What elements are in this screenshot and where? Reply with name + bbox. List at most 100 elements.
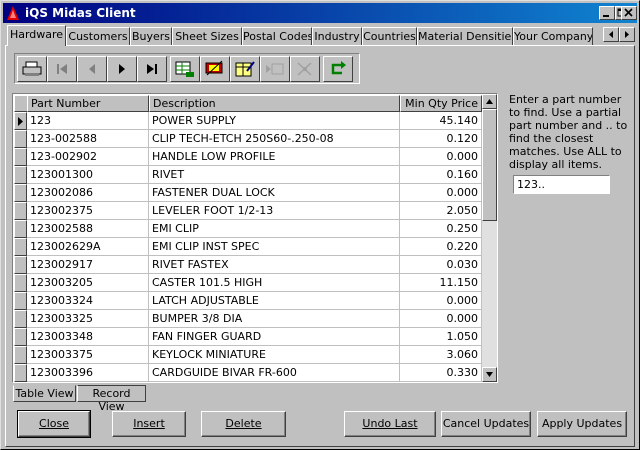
table-row[interactable]: 123002375 LEVELER FOOT 1/2-13 2.050 (14, 202, 482, 220)
cell-part-number[interactable]: 123003205 (27, 274, 149, 292)
cell-description[interactable]: CARDGUIDE BIVAR FR-600 (149, 364, 400, 382)
table-row[interactable]: 123003396 CARDGUIDE BIVAR FR-600 0.330 (14, 364, 482, 382)
row-selector[interactable] (14, 184, 27, 202)
row-selector[interactable] (14, 166, 27, 184)
column-header-description[interactable]: Description (149, 95, 400, 112)
row-selector[interactable] (14, 112, 27, 130)
tab-your-company[interactable]: Your Company (513, 27, 593, 45)
row-selector[interactable] (14, 238, 27, 256)
cell-part-number[interactable]: 123003396 (27, 364, 149, 382)
cell-part-number[interactable]: 123003325 (27, 310, 149, 328)
cell-description[interactable]: CLIP TECH-ETCH 250S60-.250-08 (149, 130, 400, 148)
tab-customers[interactable]: Customers (66, 27, 130, 45)
print-button[interactable] (17, 56, 47, 82)
cell-description[interactable]: CASTER 101.5 HIGH (149, 274, 400, 292)
cell-part-number[interactable]: 123003348 (27, 328, 149, 346)
cell-min-qty-price[interactable]: 0.030 (400, 256, 482, 274)
table-scrollbar[interactable] (482, 94, 497, 382)
cell-description[interactable]: LEVELER FOOT 1/2-13 (149, 202, 400, 220)
cell-min-qty-price[interactable]: 2.050 (400, 202, 482, 220)
row-selector[interactable] (14, 364, 27, 382)
cell-description[interactable]: FASTENER DUAL LOCK (149, 184, 400, 202)
cell-description[interactable]: EMI CLIP (149, 220, 400, 238)
tab-sheet-sizes[interactable]: Sheet Sizes (172, 27, 242, 45)
cell-min-qty-price[interactable]: 3.060 (400, 346, 482, 364)
tab-industry[interactable]: Industry (312, 27, 362, 45)
cell-description[interactable]: BUMPER 3/8 DIA (149, 310, 400, 328)
table-row[interactable]: 123-002588 CLIP TECH-ETCH 250S60-.250-08 0… (14, 130, 482, 148)
cell-part-number[interactable]: 123 (27, 112, 149, 130)
cell-min-qty-price[interactable]: 0.000 (400, 310, 482, 328)
cell-part-number[interactable]: 123003324 (27, 292, 149, 310)
close-window-button[interactable] (621, 6, 637, 20)
last-record-button[interactable] (137, 56, 167, 82)
tab-hardware[interactable]: Hardware (7, 25, 66, 46)
cancel-updates-button[interactable]: Cancel Updates (441, 411, 531, 437)
table-row[interactable]: 123003205 CASTER 101.5 HIGH 11.150 (14, 274, 482, 292)
row-selector[interactable] (14, 202, 27, 220)
scroll-up-button[interactable] (482, 94, 497, 109)
cell-min-qty-price[interactable]: 0.160 (400, 166, 482, 184)
column-header-part-number[interactable]: Part Number (27, 95, 149, 112)
tab-record-view[interactable]: Record View (77, 385, 146, 413)
minimize-button[interactable] (599, 6, 615, 20)
table-row[interactable]: 123002629A EMI CLIP INST SPEC 0.220 (14, 238, 482, 256)
table-row[interactable]: 123002917 RIVET FASTEX 0.030 (14, 256, 482, 274)
part-search-input[interactable] (513, 175, 610, 194)
row-selector[interactable] (14, 274, 27, 292)
cell-part-number[interactable]: 123002375 (27, 202, 149, 220)
cell-min-qty-price[interactable]: 11.150 (400, 274, 482, 292)
cell-min-qty-price[interactable]: 0.000 (400, 292, 482, 310)
table-row[interactable]: 123003324 LATCH ADJUSTABLE 0.000 (14, 292, 482, 310)
table-row[interactable]: 123 POWER SUPPLY 45.140 (14, 112, 482, 130)
cell-description[interactable]: HANDLE LOW PROFILE (149, 148, 400, 166)
insert-button-disabled[interactable] (260, 56, 290, 82)
cell-description[interactable]: FAN FINGER GUARD (149, 328, 400, 346)
delete-button[interactable]: Delete (201, 411, 286, 437)
cell-description[interactable]: RIVET (149, 166, 400, 184)
cell-min-qty-price[interactable]: 0.000 (400, 184, 482, 202)
cell-part-number[interactable]: 123-002902 (27, 148, 149, 166)
row-selector[interactable] (14, 310, 27, 328)
cell-min-qty-price[interactable]: 1.050 (400, 328, 482, 346)
scroll-thumb[interactable] (482, 109, 497, 221)
cell-part-number[interactable]: 123002629A (27, 238, 149, 256)
table-row[interactable]: 123003348 FAN FINGER GUARD 1.050 (14, 328, 482, 346)
row-selector[interactable] (14, 256, 27, 274)
cell-description[interactable]: KEYLOCK MINIATURE (149, 346, 400, 364)
table-edit-button[interactable] (170, 56, 200, 82)
cell-description[interactable]: EMI CLIP INST SPEC (149, 238, 400, 256)
tab-countries[interactable]: Countries (362, 27, 417, 45)
cell-part-number[interactable]: 123002086 (27, 184, 149, 202)
table-row[interactable]: 123003375 KEYLOCK MINIATURE 3.060 (14, 346, 482, 364)
row-selector[interactable] (14, 328, 27, 346)
table-row[interactable]: 123002086 FASTENER DUAL LOCK 0.000 (14, 184, 482, 202)
delete-button-disabled[interactable] (290, 56, 320, 82)
row-selector[interactable] (14, 220, 27, 238)
cell-description[interactable]: POWER SUPPLY (149, 112, 400, 130)
cell-min-qty-price[interactable]: 0.220 (400, 238, 482, 256)
cell-part-number[interactable]: 123002588 (27, 220, 149, 238)
previous-record-button[interactable] (77, 56, 107, 82)
row-selector[interactable] (14, 130, 27, 148)
scroll-down-button[interactable] (482, 367, 497, 382)
tab-scroll-left-button[interactable] (603, 27, 619, 42)
refresh-button[interactable] (323, 56, 353, 82)
row-selector[interactable] (14, 148, 27, 166)
tab-table-view[interactable]: Table View (13, 385, 76, 402)
table-row[interactable]: 123001300 RIVET 0.160 (14, 166, 482, 184)
cell-part-number[interactable]: 123-002588 (27, 130, 149, 148)
edit-form-button[interactable] (230, 56, 260, 82)
tab-buyers[interactable]: Buyers (130, 27, 172, 45)
close-button[interactable]: Close (17, 410, 91, 438)
undo-last-button[interactable]: Undo Last (344, 411, 436, 437)
cell-min-qty-price[interactable]: 0.330 (400, 364, 482, 382)
table-row[interactable]: 123002588 EMI CLIP 0.250 (14, 220, 482, 238)
cell-part-number[interactable]: 123002917 (27, 256, 149, 274)
cell-min-qty-price[interactable]: 0.120 (400, 130, 482, 148)
cell-min-qty-price[interactable]: 45.140 (400, 112, 482, 130)
tab-postal-codes[interactable]: Postal Codes (242, 27, 312, 45)
cell-part-number[interactable]: 123001300 (27, 166, 149, 184)
row-selector[interactable] (14, 292, 27, 310)
apply-updates-button[interactable]: Apply Updates (537, 411, 627, 437)
